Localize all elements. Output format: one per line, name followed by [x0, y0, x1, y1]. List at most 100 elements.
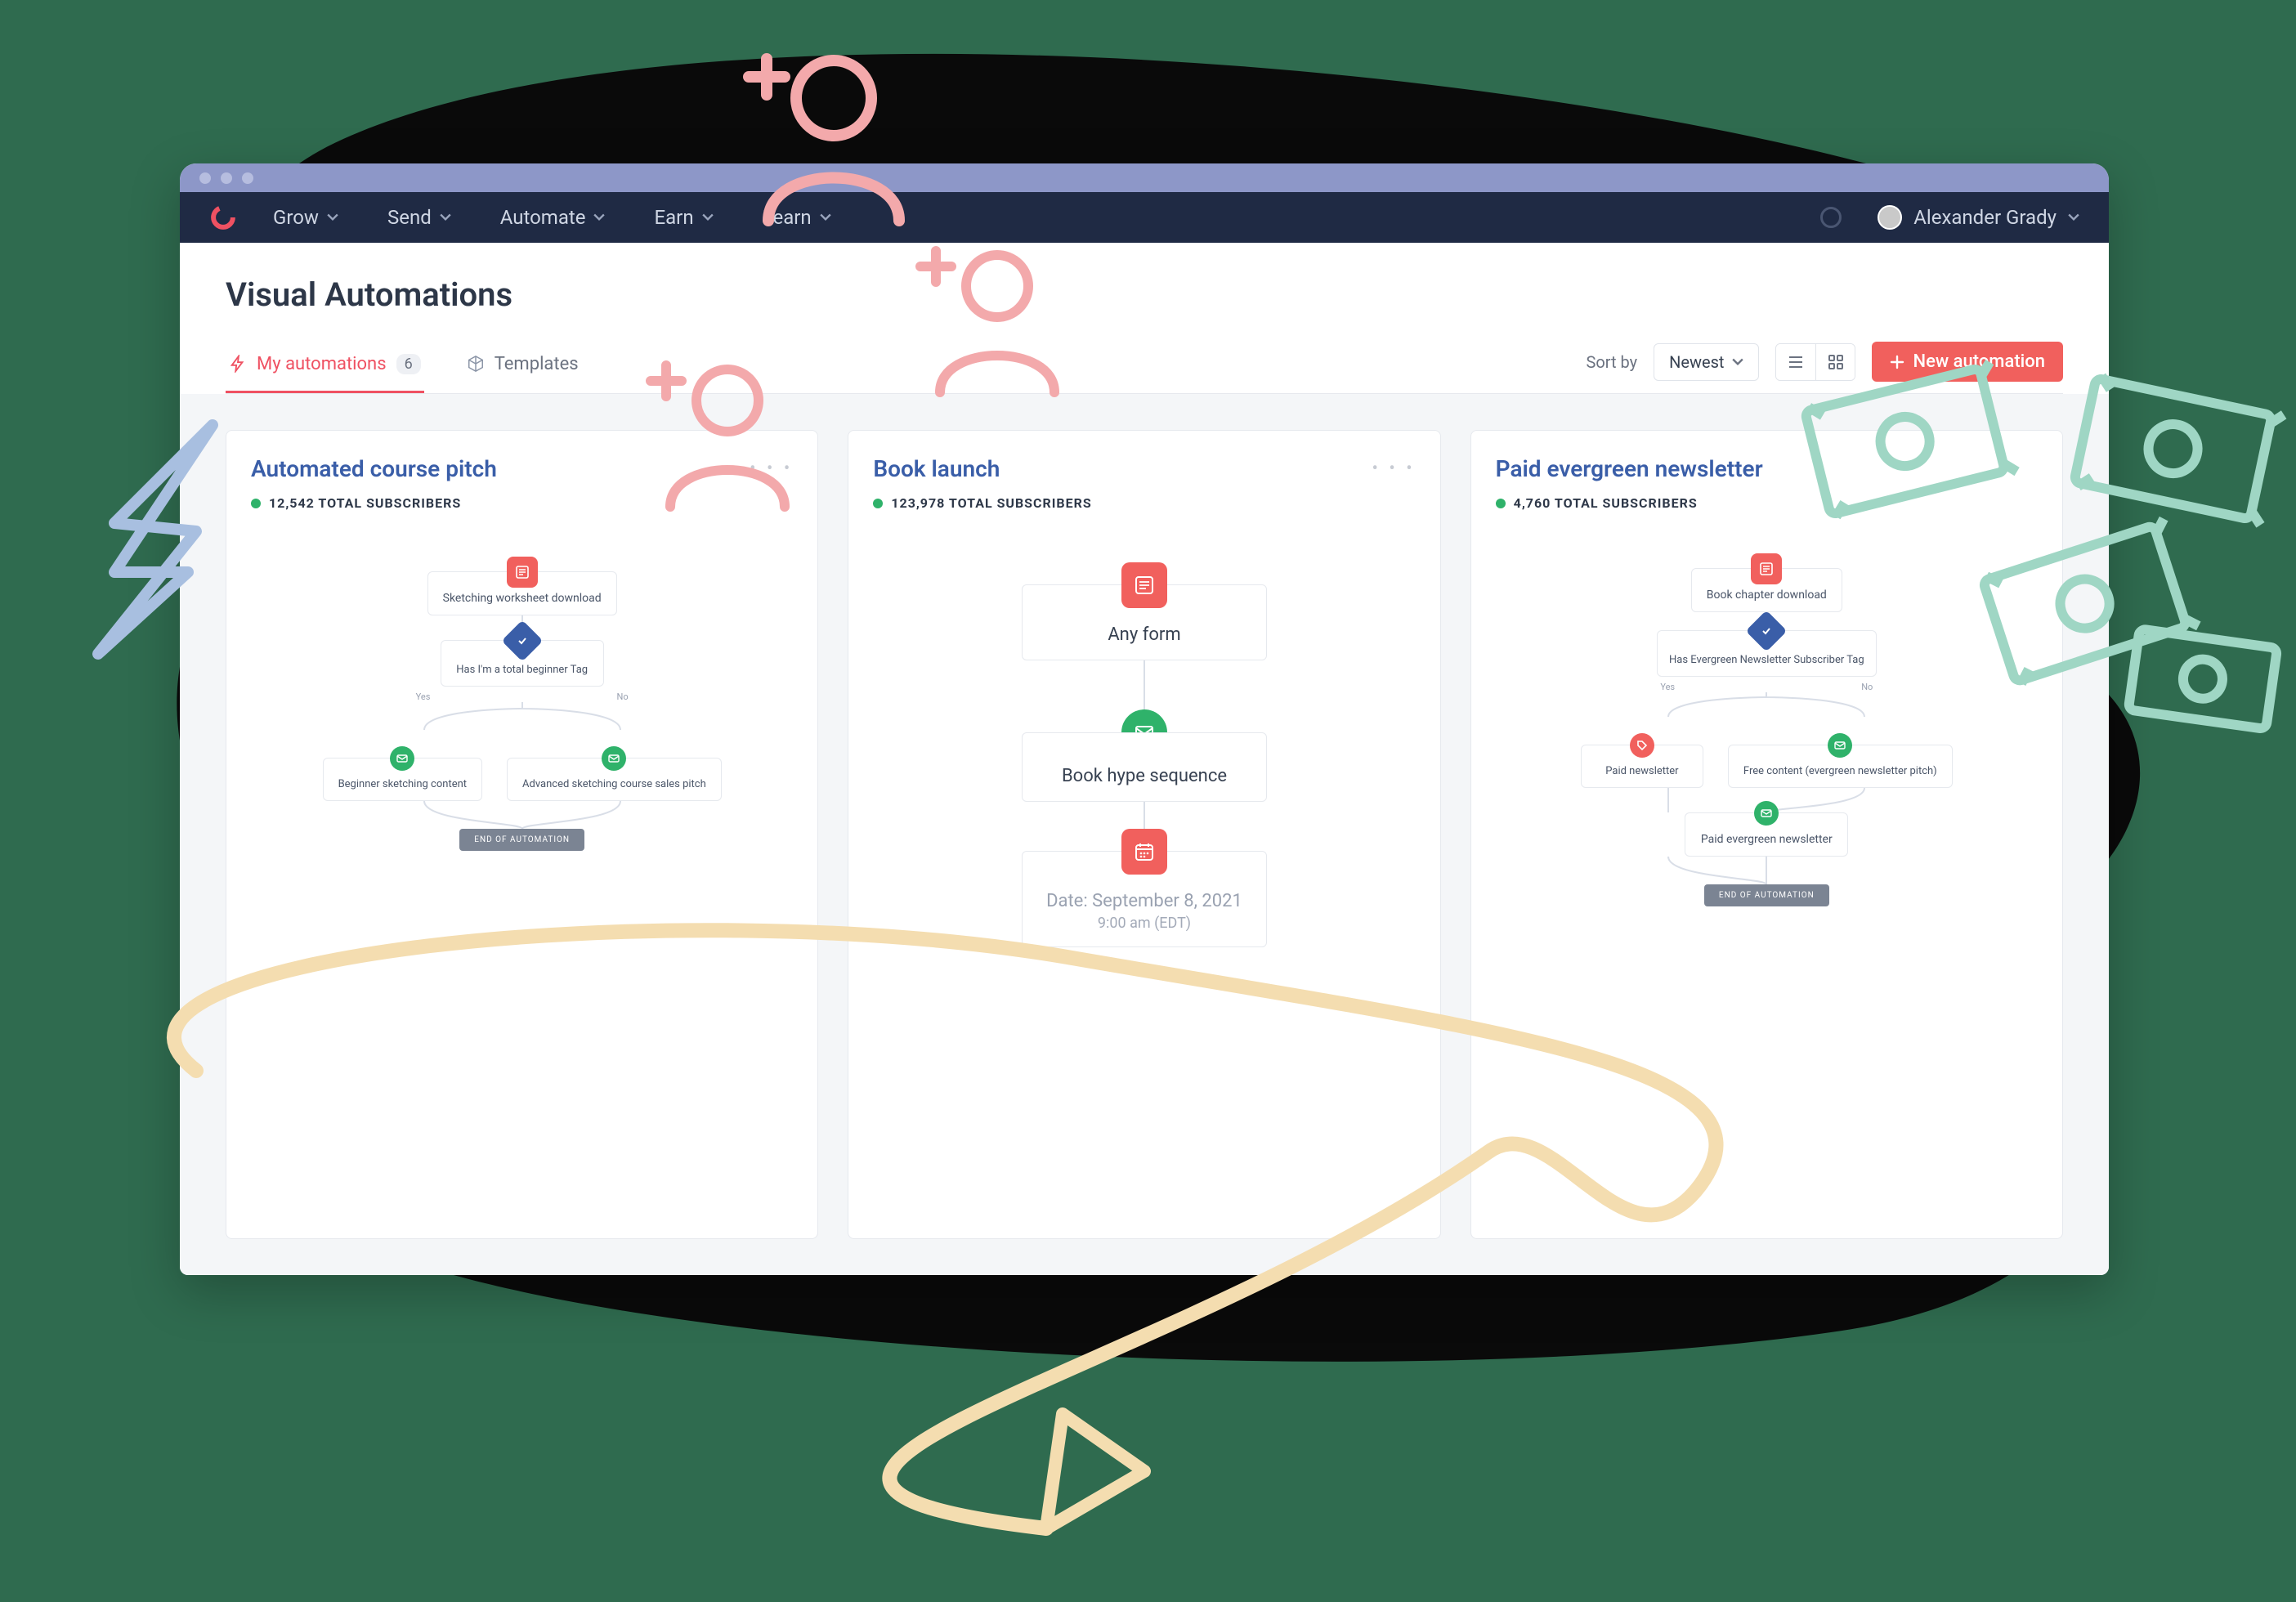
view-toggle	[1775, 343, 1855, 381]
chevron-down-icon	[327, 212, 338, 223]
view-list-button[interactable]	[1776, 344, 1815, 380]
card-menu-button[interactable]: • • •	[750, 459, 793, 479]
form-icon	[1751, 553, 1782, 584]
avatar	[1878, 205, 1902, 230]
sequence-icon	[602, 746, 626, 771]
page-header: Visual Automations My automations 6 Temp…	[180, 243, 2109, 394]
yes-label: Yes	[1660, 682, 1675, 692]
browser-window: Grow Send Automate Earn Learn	[180, 163, 2109, 1275]
flow-diagram: Book chapter download Has Evergreen News…	[1496, 511, 2038, 1219]
automation-card[interactable]: Automated course pitch • • • 12,542 TOTA…	[226, 430, 818, 1239]
node-label: Date: September 8, 2021	[1046, 891, 1242, 911]
flow-start-node: Any form	[1022, 584, 1267, 660]
toolbar-controls: Sort by Newest	[1586, 342, 2063, 393]
flow-end-node: END OF AUTOMATION	[459, 829, 584, 851]
traffic-dot-close[interactable]	[199, 172, 211, 184]
nav-grow[interactable]: Grow	[273, 206, 338, 229]
chevron-down-icon	[1732, 356, 1743, 368]
node-label: Free content (evergreen newsletter pitch…	[1743, 765, 1937, 777]
node-label: Sketching worksheet download	[443, 592, 602, 605]
no-label: No	[1861, 682, 1873, 692]
tab-templates[interactable]: Templates	[463, 342, 582, 393]
sort-value: Newest	[1669, 352, 1724, 372]
branch-connector	[375, 702, 669, 730]
chevron-down-icon	[702, 212, 714, 223]
traffic-dot-min[interactable]	[221, 172, 232, 184]
flow-branch-node: Beginner sketching content	[323, 758, 482, 801]
automation-card[interactable]: Paid evergreen newsletter 4,760 TOTAL SU…	[1470, 430, 2063, 1239]
top-nav: Grow Send Automate Earn Learn	[180, 192, 2109, 243]
flow-condition-node: Has I'm a total beginner Tag	[441, 640, 604, 687]
cube-icon	[467, 355, 485, 373]
sort-select[interactable]: Newest	[1654, 343, 1759, 381]
page-title: Visual Automations	[226, 275, 2063, 314]
nav-label: Send	[387, 206, 432, 229]
diamond-icon	[1746, 611, 1788, 652]
status-ring-icon[interactable]	[1820, 207, 1842, 228]
merge-connector	[375, 801, 669, 829]
chevron-down-icon	[2068, 212, 2079, 223]
nav-items: Grow Send Automate Earn Learn	[273, 206, 831, 229]
view-grid-button[interactable]	[1815, 344, 1855, 380]
node-label: Any form	[1108, 624, 1180, 645]
node-label: Advanced sketching course sales pitch	[522, 778, 706, 790]
tab-my-automations[interactable]: My automations 6	[226, 342, 424, 393]
tab-count-badge: 6	[396, 354, 421, 374]
status-dot-live	[251, 499, 261, 508]
automation-card[interactable]: Book launch • • • 123,978 TOTAL SUBSCRIB…	[848, 430, 1440, 1239]
nav-earn[interactable]: Earn	[654, 206, 713, 229]
grid-icon	[1828, 354, 1844, 370]
nav-learn[interactable]: Learn	[763, 206, 831, 229]
card-grid: Automated course pitch • • • 12,542 TOTA…	[180, 394, 2109, 1275]
subscribers-text: 12,542 TOTAL SUBSCRIBERS	[269, 495, 461, 511]
form-icon	[507, 557, 538, 588]
nav-label: Earn	[654, 206, 693, 229]
user-name: Alexander Grady	[1913, 206, 2057, 229]
sequence-icon	[1828, 733, 1852, 758]
list-icon	[1788, 354, 1804, 370]
flow-start-node: Book chapter download	[1691, 568, 1842, 612]
branch-labels: Yes No	[1660, 682, 1873, 692]
card-title: Paid evergreen newsletter	[1496, 455, 2038, 482]
node-label: Paid evergreen newsletter	[1701, 833, 1833, 846]
subscribers-text: 123,978 TOTAL SUBSCRIBERS	[891, 495, 1091, 511]
nav-label: Automate	[500, 206, 586, 229]
form-icon	[1121, 562, 1167, 608]
flow-diagram: Any form Book hype sequence Date:	[873, 511, 1415, 1219]
node-label: Book hype sequence	[1062, 766, 1227, 786]
new-button-label: New automation	[1913, 351, 2045, 372]
sequence-icon	[390, 746, 414, 771]
chevron-down-icon	[820, 212, 831, 223]
flow-date-node: Date: September 8, 2021 9:00 am (EDT)	[1022, 851, 1267, 947]
flow-branch-node: Advanced sketching course sales pitch	[507, 758, 722, 801]
node-label: Paid newsletter	[1605, 765, 1678, 777]
bolt-icon	[229, 355, 247, 373]
logo-icon[interactable]	[209, 204, 237, 231]
traffic-dot-max[interactable]	[242, 172, 253, 184]
sequence-icon	[1754, 801, 1779, 826]
node-label: Beginner sketching content	[338, 778, 467, 790]
card-title: Automated course pitch	[251, 455, 750, 482]
flow-sub-node: Paid evergreen newsletter	[1685, 812, 1848, 857]
nav-label: Learn	[763, 206, 812, 229]
chevron-down-icon	[593, 212, 605, 223]
status-dot-live	[873, 499, 883, 508]
browser-titlebar	[180, 163, 2109, 192]
page-body: Visual Automations My automations 6 Temp…	[180, 243, 2109, 1275]
tab-label: Templates	[495, 354, 579, 374]
node-label: Has Evergreen Newsletter Subscriber Tag	[1669, 654, 1864, 666]
status-dot-live	[1496, 499, 1506, 508]
flow-start-node: Sketching worksheet download	[427, 571, 617, 615]
nav-send[interactable]: Send	[387, 206, 451, 229]
new-automation-button[interactable]: New automation	[1872, 342, 2063, 382]
card-menu-button[interactable]: • • •	[1372, 459, 1415, 479]
nav-automate[interactable]: Automate	[500, 206, 606, 229]
flow-diagram: Sketching worksheet download Has I'm a t…	[251, 511, 793, 1219]
subscribers-text: 4,760 TOTAL SUBSCRIBERS	[1514, 495, 1698, 511]
node-label: Has I'm a total beginner Tag	[456, 664, 588, 676]
nav-label: Grow	[273, 206, 319, 229]
diamond-icon	[501, 620, 543, 662]
tab-row: My automations 6 Templates Sort by Newes…	[226, 342, 2063, 394]
user-menu[interactable]: Alexander Grady	[1878, 205, 2079, 230]
node-label: Book chapter download	[1707, 588, 1827, 602]
